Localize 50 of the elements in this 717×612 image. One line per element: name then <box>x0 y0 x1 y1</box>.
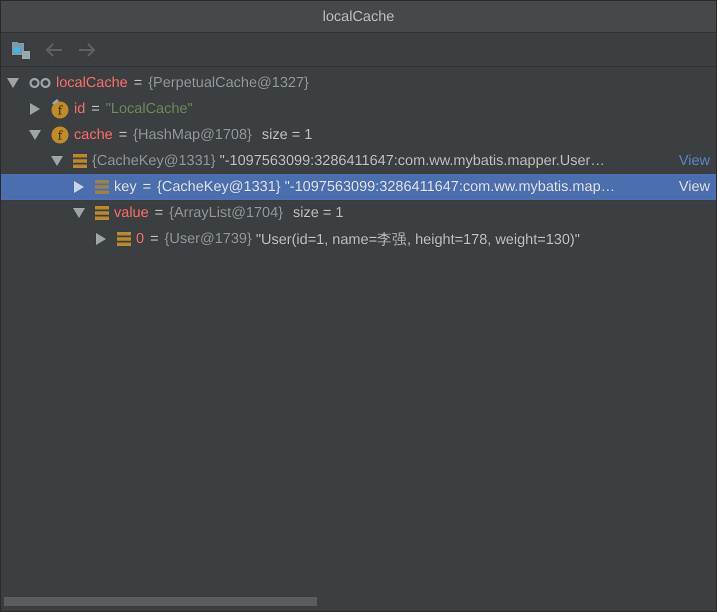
expand-triangle-icon[interactable] <box>95 233 107 245</box>
value-text: "-1097563099:3286411647:com.ww.mybatis.map… <box>284 179 616 195</box>
list-icon <box>73 154 87 168</box>
value-text: "User(id=1, name=李强, height=178, weight=130)" <box>256 230 580 248</box>
type-label: {PerpetualCache@1327} <box>148 75 309 91</box>
field-icon: f <box>51 126 69 144</box>
expand-triangle-icon[interactable] <box>29 103 41 115</box>
type-label: {CacheKey@1331} <box>157 179 281 195</box>
glasses-icon <box>29 77 51 89</box>
list-icon <box>95 180 109 194</box>
size-label: size = 1 <box>293 205 344 221</box>
tree-row[interactable]: {CacheKey@1331} "-1097563099:3286411647:com.ww.mybatis.mapper.User… View <box>1 148 716 174</box>
view-link[interactable]: View <box>672 153 710 169</box>
tree-row[interactable]: f id = "LocalCache" <box>1 96 716 122</box>
list-icon <box>95 206 109 220</box>
equals-sign: = <box>142 179 152 195</box>
type-label: {User@1739} <box>164 231 252 247</box>
collapse-triangle-icon[interactable] <box>73 207 85 219</box>
expand-triangle-icon[interactable] <box>73 181 85 193</box>
type-label: {HashMap@1708} <box>133 127 252 143</box>
variable-name: id <box>74 101 86 117</box>
tree-row[interactable]: key = {CacheKey@1331} "-1097563099:3286411647:com.ww.mybatis.map… View <box>1 174 716 200</box>
frames-icon[interactable] <box>11 40 31 60</box>
field-icon: f <box>51 99 69 119</box>
collapse-triangle-icon[interactable] <box>51 155 63 167</box>
equals-sign: = <box>150 231 159 247</box>
tree-row[interactable]: 0 = {User@1739} "User(id=1, name=李强, height=178, weight=130)" <box>1 226 716 252</box>
equals-sign: = <box>118 127 128 143</box>
scrollbar-thumb[interactable] <box>4 597 317 606</box>
equals-sign: = <box>154 205 164 221</box>
type-label: {CacheKey@1331} <box>92 153 216 169</box>
window-title: localCache <box>322 8 394 24</box>
size-label: size = 1 <box>262 127 312 143</box>
variable-name: key <box>114 179 137 195</box>
variable-name: cache <box>74 127 113 143</box>
collapse-triangle-icon[interactable] <box>29 129 41 141</box>
string-value: "LocalCache" <box>106 101 193 117</box>
value-text: "-1097563099:3286411647:com.ww.mybatis.mapper.User… <box>220 153 605 169</box>
tree-row[interactable]: value = {ArrayList@1704} size = 1 <box>1 200 716 226</box>
equals-sign: = <box>134 75 142 91</box>
list-icon <box>117 232 131 246</box>
tree-row[interactable]: f cache = {HashMap@1708} size = 1 <box>1 122 716 148</box>
type-label: {ArrayList@1704} <box>169 205 284 221</box>
tree-row[interactable]: localCache = {PerpetualCache@1327} <box>1 70 716 96</box>
variable-name: 0 <box>136 231 144 247</box>
collapse-triangle-icon[interactable] <box>7 77 19 89</box>
view-link[interactable]: View <box>672 179 710 195</box>
variable-name: localCache <box>56 75 128 91</box>
equals-sign: = <box>91 101 100 117</box>
variable-name: value <box>114 205 149 221</box>
